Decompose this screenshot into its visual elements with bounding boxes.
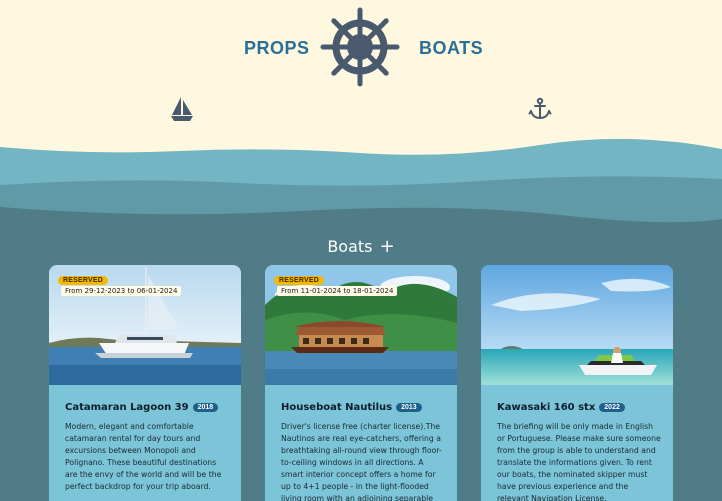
sailboat-icon — [171, 97, 193, 121]
boat-name[interactable]: Catamaran Lagoon 39 — [65, 402, 189, 413]
boat-name[interactable]: Kawasaki 160 stx — [497, 402, 595, 413]
boat-card[interactable]: Kawasaki 160 stx 2022 The briefing will … — [481, 265, 673, 501]
boat-description: Driver's license free (charter license).… — [281, 422, 442, 501]
ship-wheel-icon[interactable] — [320, 7, 400, 87]
brand-word-props[interactable]: PROPS — [244, 38, 310, 59]
brand-word-boats[interactable]: BOATS — [419, 38, 483, 59]
wave-divider — [0, 138, 722, 235]
section-title-text: Boats — [327, 237, 373, 256]
year-badge: 2022 — [599, 403, 625, 412]
reserved-badge: RESERVED — [274, 276, 324, 285]
add-boat-button[interactable]: + — [380, 236, 395, 257]
boat-photo — [481, 265, 673, 385]
boat-card[interactable]: RESERVED From 29-12-2023 to 06-01-2024 C… — [49, 265, 241, 501]
section-heading: Boats + — [0, 236, 722, 257]
reserved-dates: From 29-12-2023 to 06-01-2024 — [61, 286, 182, 296]
reserved-badge: RESERVED — [58, 276, 108, 285]
boat-description: Modern, elegant and comfortable catamara… — [65, 422, 222, 491]
year-badge: 2018 — [192, 403, 219, 412]
year-badge: 2013 — [396, 403, 422, 412]
reserved-dates: From 11-01-2024 to 18-01-2024 — [277, 286, 398, 296]
boat-card[interactable]: RESERVED From 11-01-2024 to 18-01-2024 H… — [265, 265, 457, 501]
anchor-icon — [528, 97, 552, 120]
boat-name[interactable]: Houseboat Nautilus — [281, 402, 392, 413]
boat-description: The briefing will be only made in Englis… — [497, 422, 661, 501]
